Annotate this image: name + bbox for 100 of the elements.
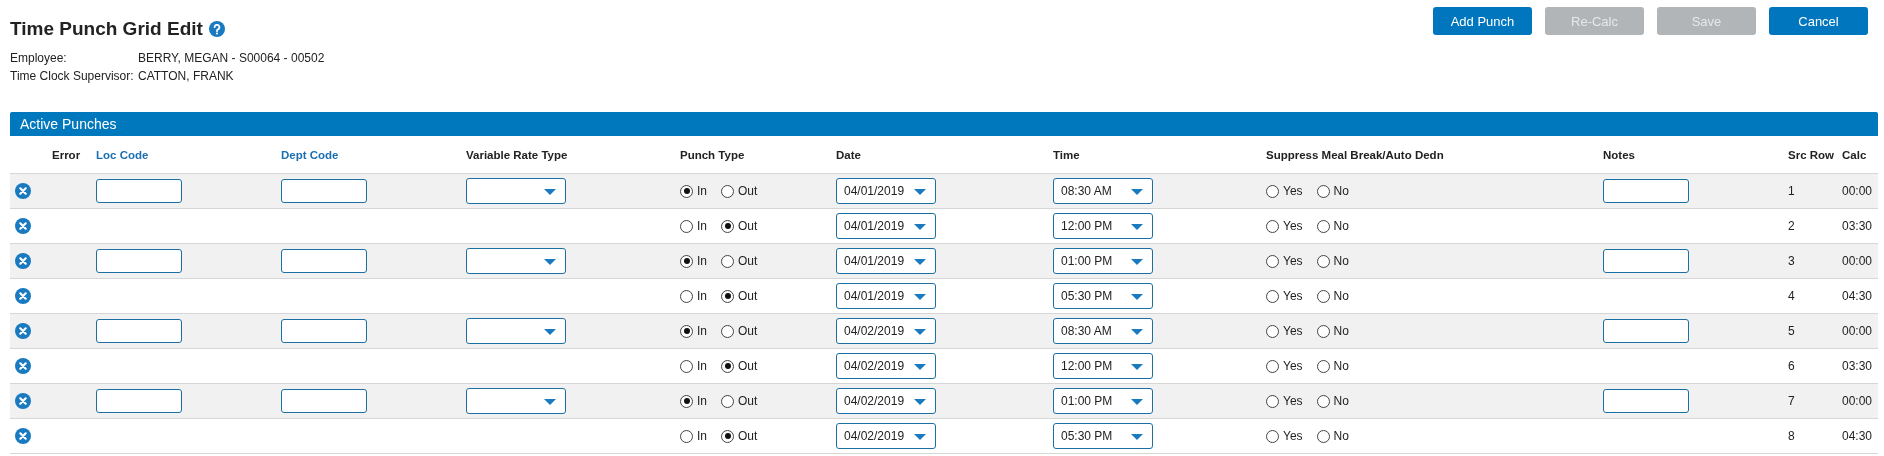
notes-field[interactable]: [1603, 389, 1689, 413]
dept-code-field[interactable]: [281, 389, 367, 413]
radio-button[interactable]: [721, 219, 734, 233]
date-dropdown[interactable]: 04/02/2019: [836, 318, 936, 344]
page-title: Time Punch Grid Edit: [10, 18, 203, 40]
column-header-link[interactable]: Loc Code: [96, 148, 149, 161]
radio-label: Yes: [1283, 324, 1303, 338]
radio-button[interactable]: [1316, 429, 1330, 443]
column-header: Time: [1053, 148, 1080, 161]
radio-button[interactable]: [721, 324, 734, 338]
radio-button[interactable]: [721, 394, 734, 408]
rate-type-dropdown[interactable]: [466, 248, 566, 274]
radio-button[interactable]: [1316, 359, 1330, 373]
radio-button[interactable]: [1316, 254, 1330, 268]
dept-code-field[interactable]: [281, 179, 367, 203]
dept-code-field[interactable]: [281, 249, 367, 273]
radio-button[interactable]: [1316, 394, 1330, 408]
table-cell: 03:30: [1842, 219, 1873, 233]
delete-icon[interactable]: [15, 218, 31, 234]
time-dropdown[interactable]: 01:00 PM: [1053, 388, 1153, 414]
help-icon[interactable]: [208, 21, 225, 37]
radio-button[interactable]: [680, 359, 693, 373]
radio-button[interactable]: [680, 184, 693, 198]
radio-label: Out: [738, 394, 758, 408]
dept-code-field[interactable]: [281, 319, 367, 343]
time-dropdown[interactable]: 01:00 PM: [1053, 248, 1153, 274]
radio-label: Out: [738, 254, 758, 268]
radio-button[interactable]: [1266, 219, 1279, 233]
delete-icon[interactable]: [15, 393, 31, 409]
radio-button[interactable]: [721, 289, 734, 303]
delete-icon[interactable]: [15, 253, 31, 269]
table-cell: 7: [1788, 394, 1795, 408]
action-button[interactable]: Cancel: [1769, 7, 1868, 35]
loc-code-field[interactable]: [96, 179, 182, 203]
time-dropdown[interactable]: 08:30 AM: [1053, 318, 1153, 344]
date-dropdown[interactable]: 04/02/2019: [836, 423, 936, 449]
radio-button[interactable]: [1266, 254, 1279, 268]
radio-label: Out: [738, 184, 758, 198]
radio-button[interactable]: [721, 184, 734, 198]
date-dropdown[interactable]: 04/01/2019: [836, 283, 936, 309]
radio-button[interactable]: [721, 254, 734, 268]
loc-code-field[interactable]: [96, 249, 182, 273]
radio-label: No: [1333, 359, 1349, 373]
radio-button[interactable]: [680, 324, 693, 338]
radio-label: Yes: [1283, 429, 1303, 443]
loc-code-field[interactable]: [96, 389, 182, 413]
notes-field[interactable]: [1603, 319, 1689, 343]
radio-button[interactable]: [680, 254, 693, 268]
table-cell: 00:00: [1842, 394, 1873, 408]
rate-type-dropdown[interactable]: [466, 178, 566, 204]
radio-label: Out: [738, 289, 758, 303]
column-header-link[interactable]: Dept Code: [281, 148, 339, 161]
rate-type-dropdown[interactable]: [466, 388, 566, 414]
rate-type-dropdown[interactable]: [466, 318, 566, 344]
info-value: BERRY, MEGAN - S00064 - 00502: [138, 51, 326, 65]
delete-icon[interactable]: [15, 428, 31, 444]
table-cell: 6: [1788, 359, 1795, 373]
radio-label: Yes: [1283, 184, 1303, 198]
time-dropdown[interactable]: 08:30 AM: [1053, 178, 1153, 204]
radio-button[interactable]: [680, 289, 693, 303]
radio-button[interactable]: [680, 219, 693, 233]
radio-button[interactable]: [1316, 219, 1330, 233]
radio-button[interactable]: [1266, 429, 1279, 443]
radio-button[interactable]: [680, 429, 693, 443]
radio-button[interactable]: [1266, 324, 1279, 338]
radio-label: In: [697, 254, 707, 268]
radio-button[interactable]: [721, 359, 734, 373]
radio-button[interactable]: [1266, 289, 1279, 303]
radio-label: No: [1333, 184, 1349, 198]
delete-icon[interactable]: [15, 358, 31, 374]
date-dropdown[interactable]: 04/01/2019: [836, 213, 936, 239]
radio-button[interactable]: [1316, 184, 1330, 198]
radio-button[interactable]: [1316, 324, 1330, 338]
radio-button[interactable]: [1266, 394, 1279, 408]
table-cell: 04:30: [1842, 429, 1873, 443]
notes-field[interactable]: [1603, 179, 1689, 203]
time-dropdown[interactable]: 12:00 PM: [1053, 353, 1153, 379]
column-header: Src Row: [1788, 148, 1834, 161]
date-dropdown[interactable]: 04/02/2019: [836, 388, 936, 414]
radio-button[interactable]: [721, 429, 734, 443]
date-dropdown[interactable]: 04/01/2019: [836, 248, 936, 274]
radio-label: Yes: [1283, 394, 1303, 408]
loc-code-field[interactable]: [96, 319, 182, 343]
notes-field[interactable]: [1603, 249, 1689, 273]
radio-label: Yes: [1283, 359, 1303, 373]
time-dropdown[interactable]: 05:30 PM: [1053, 423, 1153, 449]
radio-button[interactable]: [1316, 289, 1330, 303]
date-dropdown[interactable]: 04/02/2019: [836, 353, 936, 379]
delete-icon[interactable]: [15, 323, 31, 339]
delete-icon[interactable]: [15, 183, 31, 199]
column-header: Suppress Meal Break/Auto Dedn: [1266, 148, 1444, 161]
radio-label: Out: [738, 359, 758, 373]
delete-icon[interactable]: [15, 288, 31, 304]
time-dropdown[interactable]: 05:30 PM: [1053, 283, 1153, 309]
action-button[interactable]: Add Punch: [1433, 7, 1532, 35]
radio-button[interactable]: [1266, 184, 1279, 198]
date-dropdown[interactable]: 04/01/2019: [836, 178, 936, 204]
time-dropdown[interactable]: 12:00 PM: [1053, 213, 1153, 239]
radio-button[interactable]: [1266, 359, 1279, 373]
radio-button[interactable]: [680, 394, 693, 408]
